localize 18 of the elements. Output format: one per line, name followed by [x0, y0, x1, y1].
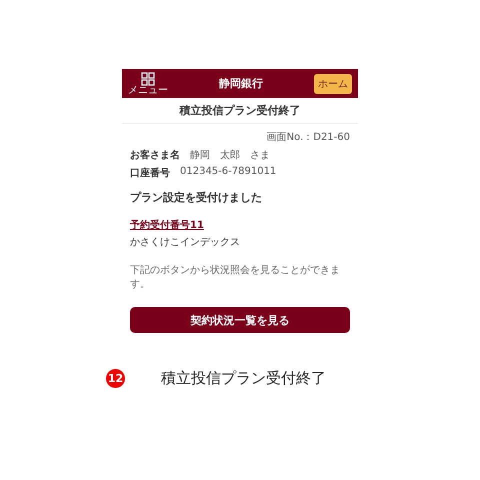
account-label: 口座番号	[130, 166, 170, 180]
bank-name: 静岡銀行	[219, 76, 263, 91]
honorific: さま	[250, 149, 270, 162]
caption-text: 積立投信プラン受付終了	[161, 369, 326, 388]
note-text: 下記のボタンから状況照会を見ることができます。	[130, 264, 341, 291]
grid-icon	[141, 72, 155, 86]
step-badge: 12	[106, 369, 125, 388]
fund-name: かさくけこインデックス	[130, 236, 241, 249]
reservation-link[interactable]: 予約受付番号11	[130, 218, 204, 232]
customer-label: お客さま名	[130, 148, 180, 162]
customer-name: 静岡 太郎	[190, 148, 240, 162]
menu-button[interactable]: メニュー	[128, 72, 168, 96]
home-button[interactable]: ホーム	[314, 74, 352, 94]
account-number: 012345-6-7891011	[180, 166, 276, 179]
contract-list-button[interactable]: 契約状況一覧を見る	[130, 307, 350, 333]
message: プラン設定を受付けました	[130, 190, 263, 205]
page-title: 積立投信プラン受付終了	[122, 98, 358, 124]
screen-number: 画面No.：D21-60	[266, 131, 350, 144]
